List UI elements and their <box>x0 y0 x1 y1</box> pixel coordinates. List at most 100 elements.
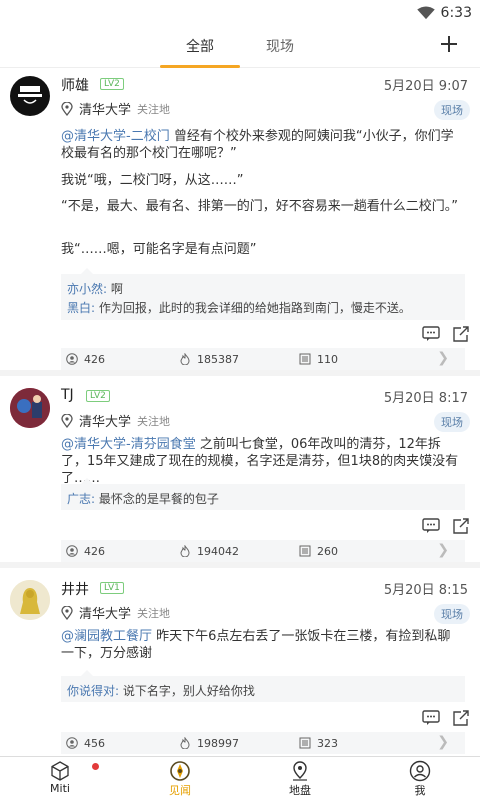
comments-pointer <box>81 268 93 274</box>
stat-users: 426 <box>61 353 179 366</box>
nav-label: Miti <box>50 782 70 795</box>
stat-value: 185387 <box>197 352 239 366</box>
stat-posts: 323 <box>297 737 415 750</box>
comment-author[interactable]: 亦小然: <box>67 282 107 296</box>
fire-icon <box>180 737 190 749</box>
comment-author[interactable]: 黑白: <box>67 301 95 315</box>
stat-value: 194042 <box>197 544 239 558</box>
post-time: 5月20日 8:17 <box>383 391 468 406</box>
notification-dot <box>92 763 99 770</box>
post-card[interactable]: TJ LV2 5月20日 8:17 清华大学 关注地 现场 @清华大学-清芬园食… <box>0 382 480 568</box>
post-time: 5月20日 9:07 <box>383 79 468 94</box>
stat-posts: 110 <box>297 353 415 366</box>
bottom-nav: Miti 见闻 地盘 我 <box>0 756 480 800</box>
stats-bar: 426 194042 260 ❯ <box>61 540 465 562</box>
place-link[interactable]: @清华大学-清芬园食堂 <box>61 437 196 452</box>
post-body[interactable]: @清华大学-清芬园食堂 之前叫七食堂，06年改叫的清芬，12年拆了，15年又建成… <box>61 436 461 487</box>
user-icon <box>66 353 78 365</box>
stat-value: 260 <box>317 544 338 558</box>
tab-live[interactable]: 现场 <box>266 36 294 56</box>
comments-pointer <box>81 478 93 484</box>
comment[interactable]: 亦小然: 啊 <box>67 280 459 299</box>
chevron-right-icon[interactable]: ❯ <box>437 542 449 558</box>
chevron-right-icon[interactable]: ❯ <box>437 350 449 366</box>
stat-users: 456 <box>61 737 179 750</box>
post-actions <box>422 518 470 534</box>
stat-posts: 260 <box>297 545 415 558</box>
post-card[interactable]: 师雄 LV2 5月20日 9:07 清华大学 关注地 现场 @清华大学-二校门 … <box>0 70 480 376</box>
tab-all[interactable]: 全部 <box>186 36 214 56</box>
stats-bar: 426 185387 110 ❯ <box>61 348 465 370</box>
avatar[interactable] <box>10 580 50 620</box>
status-bar: 6:33 <box>0 0 480 26</box>
compass-icon <box>170 761 190 781</box>
username[interactable]: TJ <box>61 387 74 403</box>
username[interactable]: 井井 <box>61 579 89 599</box>
cube-icon <box>51 761 69 781</box>
comments-box: 广志: 最怀念的是早餐的包子 <box>61 478 465 510</box>
location-name: 清华大学 <box>79 415 132 430</box>
comment-text: 作为回报，此时的我会详细的给她指路到南门，慢走不送。 <box>95 301 411 315</box>
add-post-button[interactable] <box>440 32 458 58</box>
avatar[interactable] <box>10 388 50 428</box>
comment[interactable]: 你说得对: 说下名字，别人好给你找 <box>67 682 459 701</box>
stat-value: 456 <box>84 736 105 750</box>
location[interactable]: 清华大学 关注地 <box>61 99 170 118</box>
comment-author[interactable]: 你说得对: <box>67 684 119 698</box>
location-name: 清华大学 <box>79 103 132 118</box>
location-name: 清华大学 <box>79 607 132 622</box>
list-icon <box>299 353 311 365</box>
fire-icon <box>180 353 190 365</box>
chevron-right-icon[interactable]: ❯ <box>437 734 449 750</box>
location-pin-icon <box>61 101 73 116</box>
follow-label: 关注地 <box>137 102 171 116</box>
stat-value: 198997 <box>197 736 239 750</box>
nav-miti[interactable]: Miti <box>30 760 90 795</box>
place-link[interactable]: @清华大学-二校门 <box>61 129 170 144</box>
live-tag: 现场 <box>434 100 470 120</box>
share-icon[interactable] <box>452 518 470 534</box>
location-pin-icon <box>61 413 73 428</box>
post-time: 5月20日 8:15 <box>383 583 468 598</box>
nav-label: 见闻 <box>169 784 191 797</box>
list-icon <box>299 737 311 749</box>
comment-icon[interactable] <box>422 518 440 534</box>
user-icon <box>66 737 78 749</box>
post-actions <box>422 326 470 342</box>
level-badge: LV2 <box>86 390 110 402</box>
post-body[interactable]: @澜园教工餐厅 昨天下午6点左右丢了一张饭卡在三楼，有捡到私聊一下，万分感谢 <box>61 628 461 662</box>
avatar[interactable] <box>10 76 50 116</box>
post-card[interactable]: 井井 LV1 5月20日 8:15 清华大学 关注地 现场 @澜园教工餐厅 昨天… <box>0 574 480 756</box>
nav-dipan[interactable]: 地盘 <box>270 760 330 798</box>
comments-box: 亦小然: 啊 黑白: 作为回报，此时的我会详细的给她指路到南门，慢走不送。 <box>61 268 465 320</box>
place-link[interactable]: @澜园教工餐厅 <box>61 629 152 644</box>
username[interactable]: 师雄 <box>61 75 89 95</box>
post-actions <box>422 710 470 726</box>
fire-icon <box>180 545 190 557</box>
nav-label: 我 <box>414 784 426 797</box>
nav-jianwen[interactable]: 见闻 <box>150 760 210 798</box>
live-tag: 现场 <box>434 604 470 624</box>
follow-label: 关注地 <box>137 606 171 620</box>
top-tabs: 全部 现场 <box>0 26 480 68</box>
share-icon[interactable] <box>452 710 470 726</box>
comment-author[interactable]: 广志: <box>67 492 95 506</box>
comment-text: 最怀念的是早餐的包子 <box>95 492 219 506</box>
post-body[interactable]: @清华大学-二校门 曾经有个校外来参观的阿姨问我“小伙子，你们学校最有名的那个校… <box>61 128 461 162</box>
stat-value: 110 <box>317 352 338 366</box>
location[interactable]: 清华大学 关注地 <box>61 411 170 430</box>
stat-value: 426 <box>84 544 105 558</box>
comment[interactable]: 黑白: 作为回报，此时的我会详细的给她指路到南门，慢走不送。 <box>67 299 459 318</box>
location[interactable]: 清华大学 关注地 <box>61 603 170 622</box>
user-profile-icon <box>409 760 431 782</box>
share-icon[interactable] <box>452 326 470 342</box>
level-badge: LV2 <box>100 78 124 90</box>
comment[interactable]: 广志: 最怀念的是早餐的包子 <box>67 490 459 509</box>
list-icon <box>299 545 311 557</box>
plus-icon <box>441 36 457 52</box>
comment-icon[interactable] <box>422 710 440 726</box>
comment-icon[interactable] <box>422 326 440 342</box>
clock: 6:33 <box>440 5 472 21</box>
stat-views: 194042 <box>179 545 297 558</box>
nav-me[interactable]: 我 <box>390 760 450 798</box>
